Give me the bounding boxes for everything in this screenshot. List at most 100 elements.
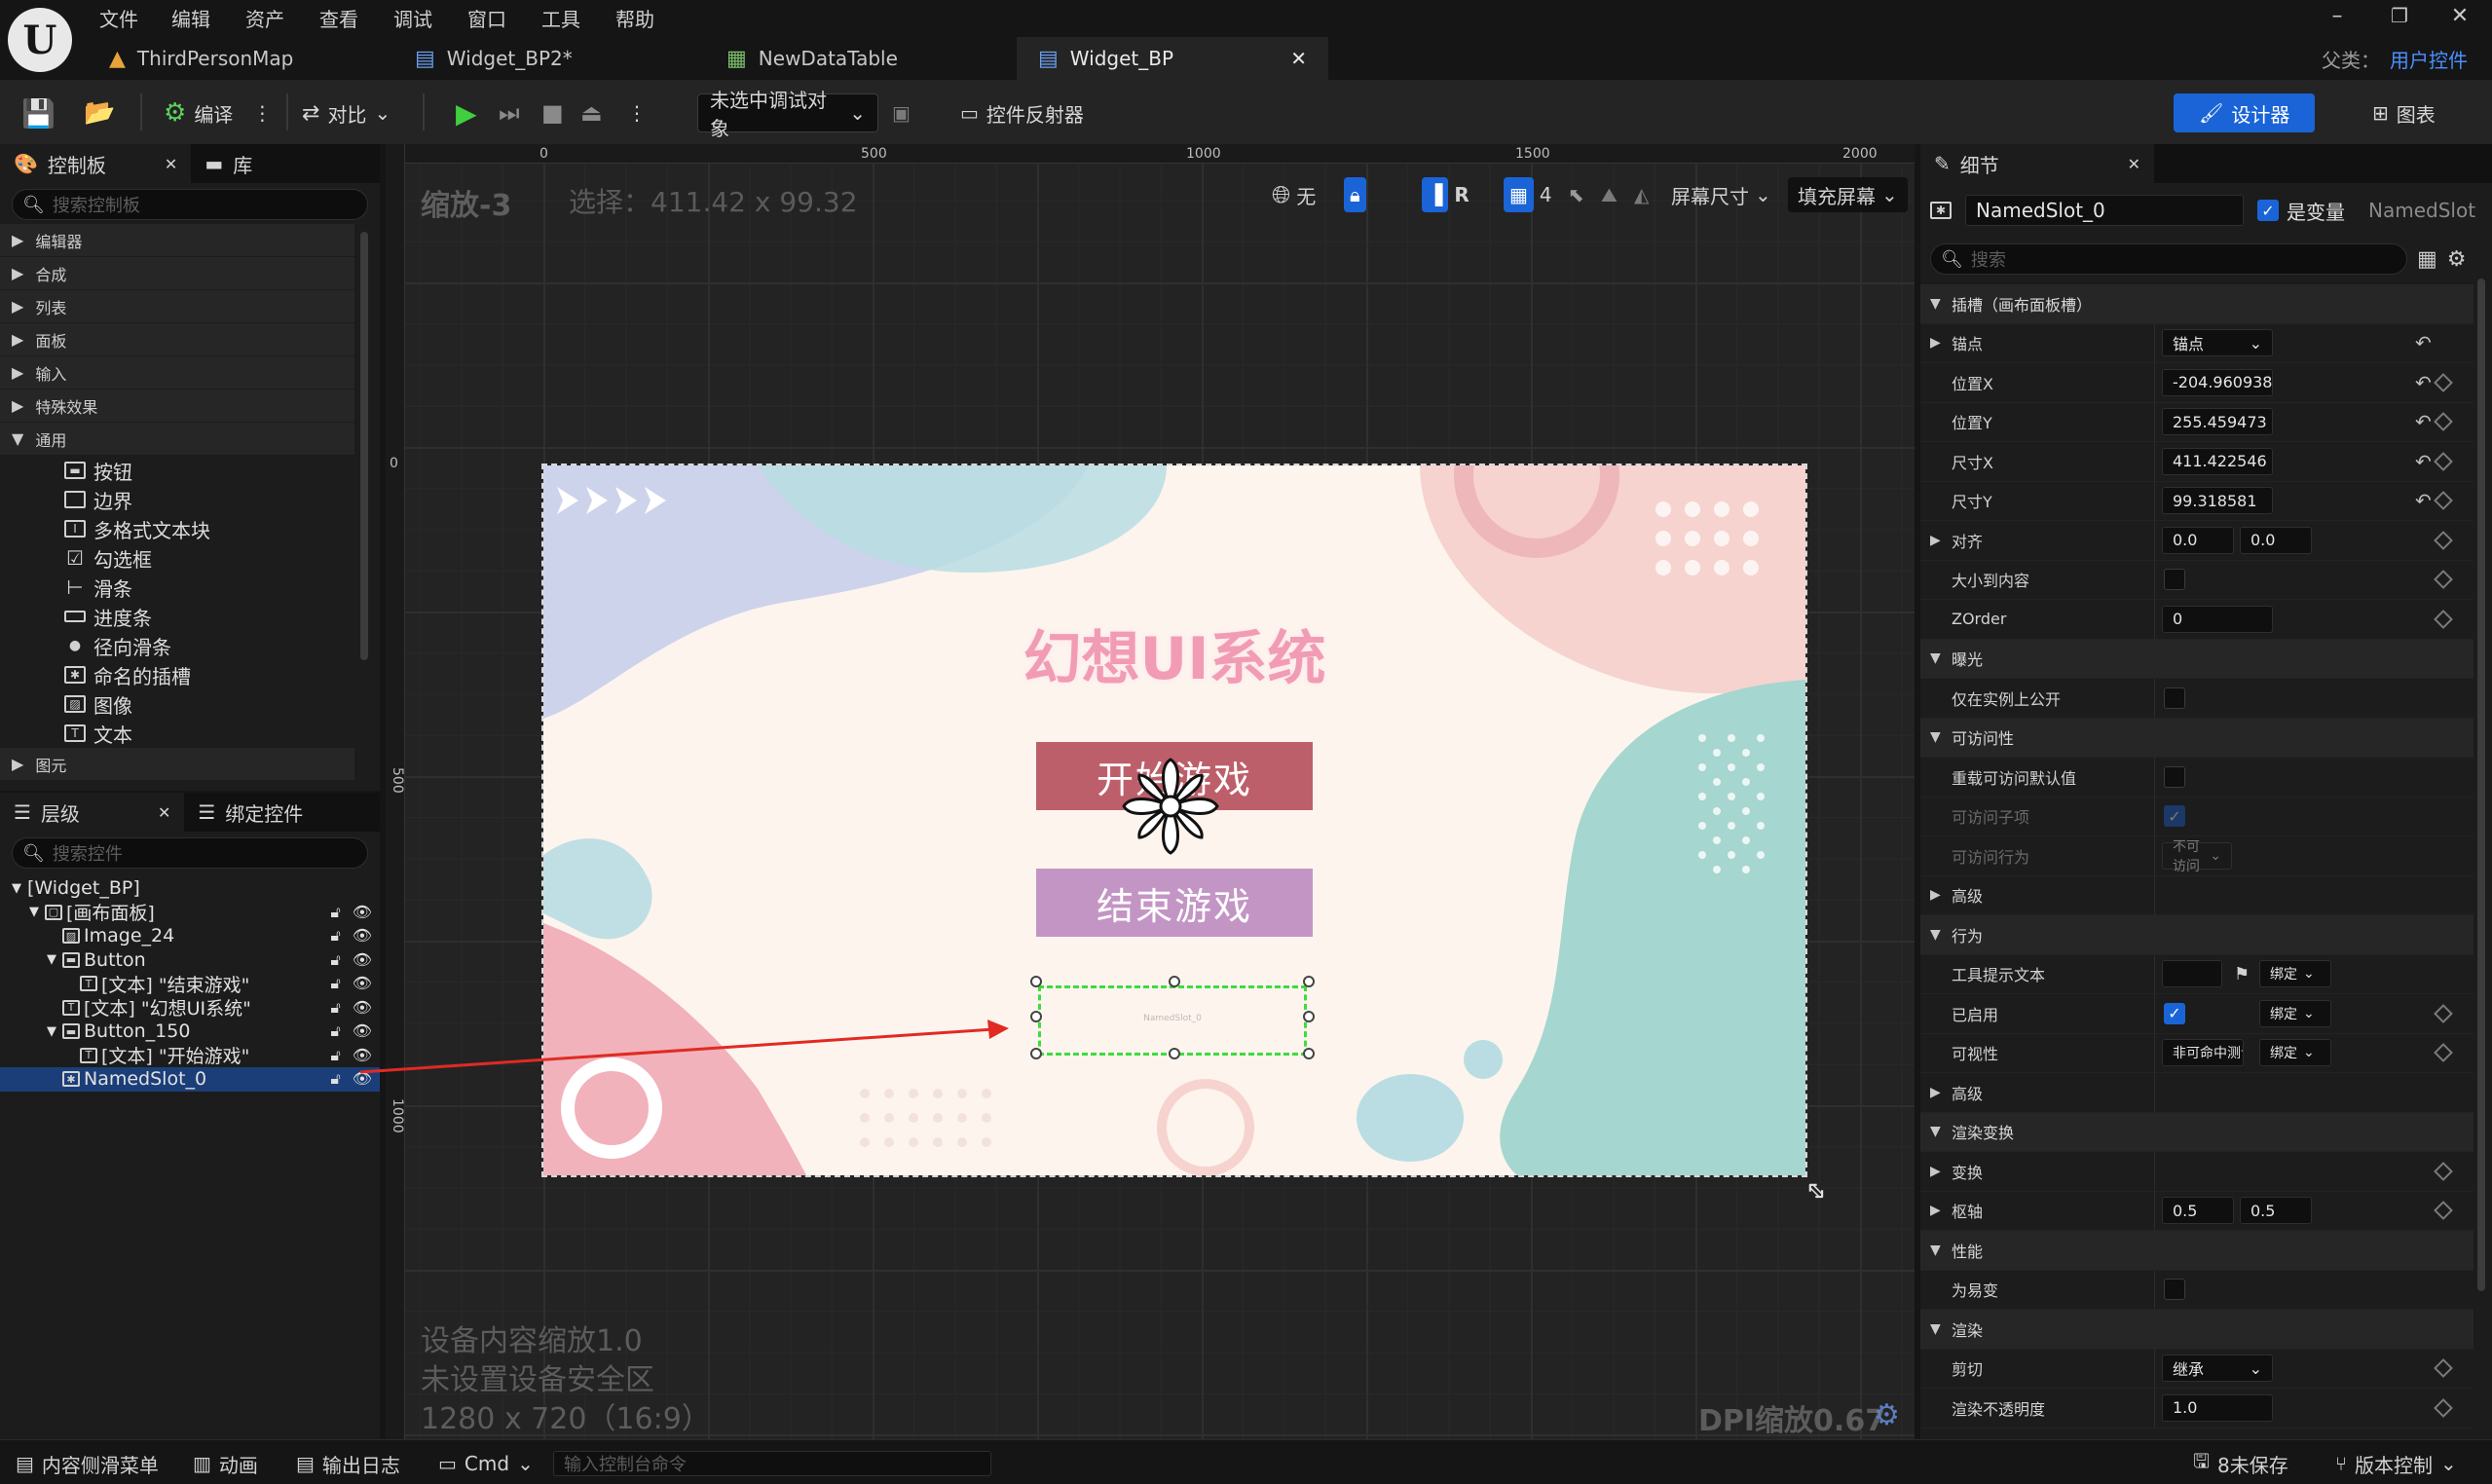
menu-assets[interactable]: 资产 (245, 4, 284, 32)
category-input[interactable]: ▶ 输入 (0, 356, 354, 390)
visibility-eye-icon[interactable]: 👁︎ (353, 903, 372, 922)
details-section-header[interactable]: ▼ 行为 (1920, 915, 2473, 955)
expand-arrow-icon[interactable]: ▶ (1930, 335, 1941, 351)
unreal-logo[interactable]: U (8, 8, 72, 72)
reset-to-default-icon[interactable]: ↶ (2415, 371, 2432, 394)
respect-locks-toggle[interactable]: ▐ R (1422, 177, 1469, 212)
designer-button[interactable]: 🖌 设计器 (2174, 93, 2316, 132)
add-keyframe-diamond-icon[interactable] (2434, 1003, 2453, 1023)
stop-icon[interactable]: ■ (541, 93, 564, 132)
property-checkbox[interactable] (2164, 1279, 2185, 1301)
collapse-arrow-icon[interactable]: ▼ (1930, 729, 1941, 745)
screen-size-dropdown[interactable]: 屏幕尺寸 ⌄ (1671, 177, 1771, 212)
property-value-input[interactable]: 1.0 (2162, 1393, 2273, 1422)
localization-toggle[interactable]: 🌐︎ 无 (1272, 177, 1316, 212)
expand-arrow-icon[interactable]: ▶ (1930, 1085, 1941, 1100)
expand-arrow-icon[interactable]: ▶ (1930, 1203, 1941, 1218)
details-section-header[interactable]: ▼ 渲染 (1920, 1310, 2473, 1350)
add-keyframe-diamond-icon[interactable] (2434, 1358, 2453, 1379)
unlock-icon[interactable]: 🔓︎ (330, 998, 340, 1018)
play-icon[interactable]: ▶ (456, 93, 477, 132)
palette-search[interactable]: 🔍︎ 搜索控制板 (12, 189, 368, 220)
reset-to-default-icon[interactable]: ↶ (2415, 450, 2432, 473)
widget-name-input[interactable]: NamedSlot_0 (1965, 195, 2244, 226)
property-value-input[interactable]: 0.5 (2162, 1197, 2234, 1225)
category-common[interactable]: ▼ 通用 (0, 423, 354, 456)
source-control-button[interactable]: ⑂ 版本控制 ⌄ (2335, 1451, 2457, 1477)
property-value-input[interactable]: 0 (2162, 605, 2273, 633)
reset-to-default-icon[interactable]: ↶ (2415, 331, 2432, 354)
visibility-eye-icon[interactable]: 👁︎ (353, 974, 372, 993)
cmd-dropdown[interactable]: ▭ Cmd ⌄ (438, 1451, 534, 1476)
property-value-input[interactable]: 99.318581 (2162, 487, 2273, 515)
details-section-header[interactable]: ▼ 渲染变换 (1920, 1112, 2473, 1152)
resize-handle[interactable] (1303, 1011, 1315, 1022)
visibility-eye-icon[interactable]: 👁︎ (353, 926, 372, 946)
bind-dropdown[interactable]: 绑定 ⌄ (2259, 999, 2331, 1027)
menu-debug[interactable]: 调试 (393, 4, 432, 32)
menu-view[interactable]: 查看 (319, 4, 358, 32)
palette-item-named-slot[interactable]: ✱ 命名的插槽 (0, 660, 354, 689)
palette-item-image[interactable]: ▨ 图像 (0, 689, 354, 719)
minimize-icon[interactable]: – (2320, 4, 2355, 28)
collapse-arrow-icon[interactable]: ▼ (1930, 1243, 1941, 1258)
close-tab-icon[interactable]: ✕ (1290, 47, 1307, 70)
resize-handle[interactable] (1169, 976, 1180, 987)
property-value-input[interactable]: 0.5 (2240, 1197, 2312, 1225)
close-tab-icon[interactable]: ✕ (2128, 155, 2140, 173)
category-panel[interactable]: ▶ 面板 (0, 323, 354, 356)
bind-dropdown[interactable]: 绑定 ⌄ (2259, 960, 2331, 988)
palette-item-button[interactable]: ▬ 按钮 (0, 456, 354, 485)
named-slot-selection[interactable]: NamedSlot_0 (1038, 985, 1307, 1056)
bind-dropdown[interactable]: 绑定 ⌄ (2259, 1039, 2331, 1067)
restore-icon[interactable]: ❐ (2382, 4, 2417, 27)
collapse-arrow-icon[interactable]: ▼ (47, 952, 62, 967)
property-checkbox[interactable]: ✓ (2164, 1002, 2185, 1024)
unlock-icon[interactable]: 🔓︎ (330, 974, 340, 993)
property-value-input[interactable]: 0.0 (2162, 526, 2234, 554)
resize-handle[interactable] (1030, 1011, 1042, 1022)
settings-gear-icon[interactable]: ⚙ (2447, 247, 2467, 272)
unlock-icon[interactable]: 🔓︎ (330, 903, 340, 922)
menu-file[interactable]: 文件 (99, 4, 138, 32)
more-play-options-icon[interactable]: ⋮ (627, 93, 647, 132)
debug-target-dropdown[interactable]: 未选中调试对象 ⌄ (697, 89, 878, 140)
tab-library[interactable]: ▬ 库 (191, 144, 266, 183)
category-list[interactable]: ▶ 列表 (0, 290, 354, 323)
mountain-icon[interactable]: ⛰ (1601, 177, 1618, 212)
add-keyframe-diamond-icon[interactable] (2434, 570, 2453, 590)
eject-icon[interactable]: ⏏ (580, 93, 603, 132)
property-dropdown[interactable]: 不可访问 ⌄ (2162, 839, 2232, 874)
close-window-icon[interactable]: ✕ (2442, 4, 2477, 28)
reset-to-default-icon[interactable]: ↶ (2415, 410, 2432, 433)
palette-item-checkbox[interactable]: ☑ 勾选框 (0, 543, 354, 573)
collapse-arrow-icon[interactable]: ▼ (1930, 1124, 1941, 1139)
menu-tools[interactable]: 工具 (541, 4, 580, 32)
unlock-icon[interactable]: 🔓︎ (330, 1069, 340, 1089)
collapse-arrow-icon[interactable]: ▼ (47, 1024, 62, 1039)
property-dropdown[interactable]: 继承 ⌄ (2162, 1354, 2273, 1383)
doc-tab-newdatatable[interactable]: ▦ NewDataTable (705, 37, 919, 80)
doc-tab-thirdpersonmap[interactable]: ▲ ThirdPersonMap (88, 37, 315, 80)
hierarchy-row[interactable]: T [文本] "开始游戏" 🔓︎ 👁︎ (0, 1044, 380, 1067)
step-icon[interactable]: ⏭ (499, 93, 520, 132)
category-primitive[interactable]: ▶ 图元 (0, 748, 354, 781)
doc-tab-widget-bp2[interactable]: ▤ Widget_BP2* (393, 37, 594, 80)
add-keyframe-diamond-icon[interactable] (2434, 372, 2453, 392)
details-property-row[interactable]: ▶ 变换 (1920, 1152, 2473, 1192)
property-value-input[interactable]: 255.459473 (2162, 408, 2273, 436)
end-game-button[interactable]: 结束游戏 (1036, 869, 1313, 937)
details-property-row[interactable]: ▶ 高级 (1920, 875, 2473, 915)
tooltip-text-input[interactable] (2162, 960, 2222, 988)
mirror-icon[interactable]: ◭ (1634, 177, 1649, 212)
details-section-header[interactable]: ▼ 性能 (1920, 1231, 2473, 1271)
console-command-input[interactable]: 输入控制台命令 (553, 1451, 991, 1476)
category-special-effects[interactable]: ▶ 特殊效果 (0, 390, 354, 423)
widget-reflector-button[interactable]: ▭ 控件反射器 (960, 93, 1084, 132)
property-value-input[interactable]: -204.960938 (2162, 368, 2273, 396)
palette-item-border[interactable]: 边界 (0, 485, 354, 514)
property-value-input[interactable]: 0.0 (2240, 526, 2312, 554)
hierarchy-row[interactable]: ▼ ▬ Button_150 🔓︎ 👁︎ (0, 1020, 380, 1044)
palette-item-radial-slider[interactable]: ● 径向滑条 (0, 631, 354, 660)
hierarchy-row[interactable]: ▼ ▢ [画布面板] 🔓︎ 👁︎ (0, 901, 380, 925)
